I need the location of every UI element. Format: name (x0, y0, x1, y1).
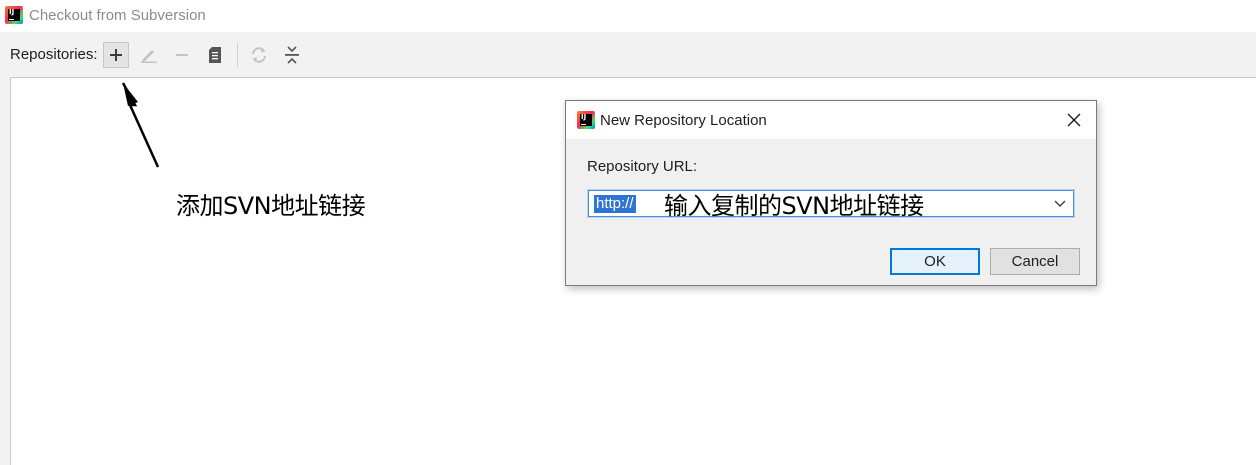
toolbar-separator (236, 42, 238, 67)
refresh-button[interactable] (246, 42, 272, 68)
annotation-url-hint: 输入复制的SVN地址链接 (664, 192, 924, 220)
add-repository-button[interactable] (102, 41, 129, 68)
annotation-arrow-icon (121, 82, 160, 168)
dialog-close-button[interactable] (1064, 110, 1084, 130)
minus-icon (175, 53, 188, 56)
plus-icon (109, 48, 122, 61)
ok-button[interactable]: OK (890, 248, 980, 275)
window-title: Checkout from Subversion (29, 6, 206, 24)
annotation-add-hint: 添加SVN地址链接 (176, 192, 366, 220)
dialog-body: Repository URL: http:// 输入复制的SVN地址链接 OK … (566, 139, 1096, 285)
edit-repository-button[interactable] (136, 42, 162, 68)
repositories-label: Repositories: (10, 46, 98, 63)
remove-repository-button[interactable] (169, 42, 195, 68)
chevron-down-icon[interactable] (1053, 196, 1067, 210)
collapse-all-button[interactable] (279, 42, 305, 68)
cancel-button[interactable]: Cancel (990, 248, 1080, 275)
dialog-titlebar: New Repository Location (566, 101, 1096, 139)
window-titlebar: Checkout from Subversion (0, 0, 1256, 30)
refresh-icon (251, 46, 266, 63)
repositories-toolbar: Repositories: (0, 32, 1256, 77)
dialog-title: New Repository Location (600, 111, 767, 129)
clipboard-icon (208, 46, 221, 63)
close-icon (1067, 113, 1081, 127)
intellij-logo-icon (5, 6, 23, 24)
new-repository-dialog: New Repository Location Repository URL: … (565, 100, 1097, 286)
repository-url-value[interactable]: http:// (594, 195, 636, 213)
repository-url-label: Repository URL: (587, 158, 698, 175)
browse-repository-button[interactable] (202, 42, 228, 68)
collapse-icon (284, 45, 299, 64)
edit-icon (140, 49, 157, 63)
intellij-logo-icon (577, 111, 595, 129)
